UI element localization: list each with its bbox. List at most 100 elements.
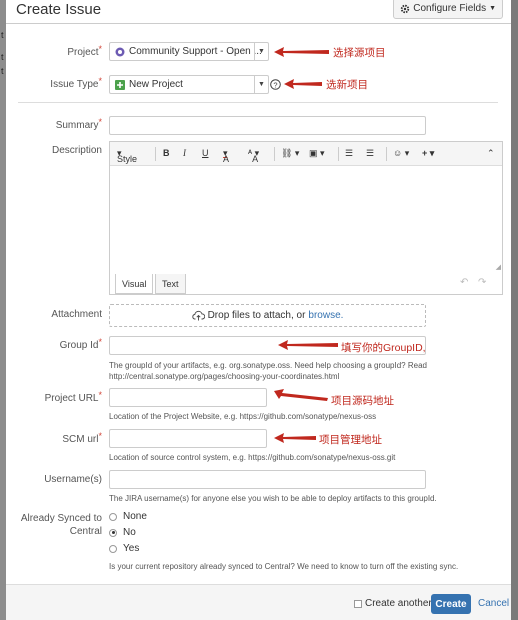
toolbar-separator bbox=[274, 147, 275, 161]
radio-button[interactable] bbox=[109, 544, 117, 553]
toolbar-separator bbox=[155, 147, 156, 161]
issue-type-value: New Project bbox=[129, 79, 183, 90]
annotation-arrow bbox=[274, 389, 328, 401]
style-dropdown[interactable]: Style ▾ bbox=[117, 148, 137, 164]
dialog-title: Create Issue bbox=[16, 1, 102, 18]
annotation-issue-type: 选新项目 bbox=[326, 79, 368, 91]
required-marker: * bbox=[98, 431, 102, 441]
tab-text[interactable]: Text bbox=[155, 274, 186, 294]
annotation-arrow bbox=[274, 47, 329, 57]
create-issue-dialog: Create Issue Configure Fields ▼ Project*… bbox=[6, 0, 511, 620]
issue-type-select[interactable]: New Project ▼ bbox=[109, 75, 269, 94]
drop-files-text: Drop files to attach, or bbox=[207, 310, 306, 321]
annotation-arrow bbox=[274, 433, 316, 443]
dialog-header: Create Issue Configure Fields ▼ bbox=[6, 0, 511, 24]
configure-fields-label: Configure Fields bbox=[413, 3, 487, 14]
underline-button[interactable]: U bbox=[202, 148, 209, 158]
radio-yes[interactable]: Yes bbox=[109, 543, 139, 554]
annotation-project-url: 项目源码地址 bbox=[331, 395, 394, 407]
synced-help: Is your current repository already synce… bbox=[109, 562, 459, 571]
project-value: Community Support - Open ... bbox=[129, 46, 262, 57]
toolbar-separator bbox=[338, 147, 339, 161]
scm-url-label: SCM url* bbox=[62, 431, 102, 445]
gear-icon bbox=[401, 4, 410, 13]
attachment-dropzone[interactable]: Drop files to attach, or browse. bbox=[109, 304, 426, 327]
radio-no-label: No bbox=[123, 527, 136, 538]
undo-icon[interactable]: ↶ bbox=[460, 277, 468, 288]
bullet-list-icon[interactable]: ☰ bbox=[345, 148, 353, 159]
annotation-group-id: 填写你的GroupID, bbox=[341, 342, 426, 354]
divider bbox=[18, 102, 498, 103]
radio-button-selected[interactable] bbox=[109, 528, 117, 537]
scm-url-help: Location of source control system, e.g. … bbox=[109, 453, 396, 462]
upload-cloud-icon bbox=[191, 310, 205, 321]
required-marker: * bbox=[98, 337, 102, 347]
bg-fragment: t bbox=[1, 30, 4, 40]
emoticon-icon[interactable]: ☺ ▾ bbox=[393, 148, 409, 159]
bold-button[interactable]: B bbox=[163, 148, 170, 158]
group-id-label: Group Id* bbox=[59, 337, 102, 351]
required-marker: * bbox=[98, 76, 102, 86]
insert-more-icon[interactable]: + ▾ bbox=[422, 148, 434, 159]
annotation-scm-url: 项目管理地址 bbox=[319, 434, 382, 446]
annotation-project: 选择源项目 bbox=[333, 47, 386, 59]
chevron-down-icon: ▼ bbox=[254, 43, 268, 60]
usernames-help: The JIRA username(s) for anyone else you… bbox=[109, 494, 437, 503]
synced-label: Already Synced to Central bbox=[20, 513, 102, 537]
create-another-label[interactable]: Create another bbox=[365, 598, 432, 609]
tab-visual[interactable]: Visual bbox=[115, 274, 154, 294]
summary-input[interactable] bbox=[109, 116, 426, 135]
editor-toolbar: Style ▾ B I U A ▾ ᴬA ▾ ⛓ ▾ ▣ ▾ ☰ ☰ ☺ ▾ +… bbox=[110, 142, 502, 166]
svg-text:?: ? bbox=[273, 80, 277, 89]
summary-label: Summary* bbox=[55, 117, 102, 131]
project-url-help: Location of the Project Website, e.g. ht… bbox=[109, 412, 377, 421]
help-icon[interactable]: ? bbox=[270, 79, 281, 90]
configure-fields-button[interactable]: Configure Fields ▼ bbox=[393, 0, 503, 19]
description-editor[interactable]: Style ▾ B I U A ▾ ᴬA ▾ ⛓ ▾ ▣ ▾ ☰ ☰ ☺ ▾ +… bbox=[109, 141, 503, 295]
project-label: Project* bbox=[67, 44, 102, 58]
add-icon bbox=[115, 79, 125, 90]
radio-none[interactable]: None bbox=[109, 511, 147, 522]
redacted-block bbox=[114, 3, 132, 17]
annotation-arrow bbox=[278, 340, 338, 350]
project-url-input[interactable] bbox=[109, 388, 267, 407]
issue-type-label: Issue Type* bbox=[50, 76, 102, 90]
required-marker: * bbox=[98, 117, 102, 127]
resize-grip-icon[interactable]: ◢ bbox=[496, 263, 501, 271]
cancel-link[interactable]: Cancel bbox=[478, 598, 509, 609]
italic-button[interactable]: I bbox=[183, 148, 186, 158]
required-marker: * bbox=[98, 44, 102, 54]
chevron-down-icon: ▼ bbox=[254, 76, 268, 93]
group-id-help: The groupId of your artifacts, e.g. org.… bbox=[109, 361, 427, 381]
browse-link[interactable]: browse. bbox=[308, 310, 343, 321]
description-label: Description bbox=[51, 145, 102, 156]
dialog-footer: Create another Create Cancel bbox=[6, 584, 511, 620]
project-avatar-icon bbox=[115, 47, 125, 56]
link-icon[interactable]: ⛓ ▾ bbox=[281, 148, 299, 159]
insert-table-icon[interactable]: ▣ ▾ bbox=[309, 148, 325, 159]
redo-icon[interactable]: ↷ bbox=[478, 277, 486, 288]
create-another-checkbox[interactable] bbox=[354, 600, 362, 608]
usernames-label: Username(s) bbox=[44, 474, 102, 485]
attachment-label: Attachment bbox=[51, 309, 102, 320]
toolbar-separator bbox=[386, 147, 387, 161]
project-url-label: Project URL* bbox=[44, 390, 102, 404]
chevron-down-icon: ▼ bbox=[489, 5, 496, 12]
radio-yes-label: Yes bbox=[123, 543, 140, 554]
font-size-button[interactable]: ᴬA ▾ bbox=[248, 148, 259, 164]
usernames-input[interactable] bbox=[109, 470, 426, 489]
scm-url-input[interactable] bbox=[109, 429, 267, 448]
bg-fragment: t bbox=[1, 52, 4, 62]
create-button[interactable]: Create bbox=[431, 594, 471, 614]
radio-no[interactable]: No bbox=[109, 527, 136, 538]
required-marker: * bbox=[98, 390, 102, 400]
text-color-button[interactable]: A ▾ bbox=[223, 148, 229, 164]
bg-fragment: t bbox=[1, 66, 4, 76]
radio-none-label: None bbox=[123, 511, 147, 522]
dialog-body: Project* Community Support - Open ... ▼ … bbox=[6, 25, 511, 585]
radio-button[interactable] bbox=[109, 512, 117, 521]
project-select[interactable]: Community Support - Open ... ▼ bbox=[109, 42, 269, 61]
editor-tabs: Visual Text ↶ ↷ bbox=[110, 272, 502, 294]
collapse-toolbar-icon[interactable]: ⌃ bbox=[487, 148, 495, 159]
numbered-list-icon[interactable]: ☰ bbox=[366, 148, 374, 159]
